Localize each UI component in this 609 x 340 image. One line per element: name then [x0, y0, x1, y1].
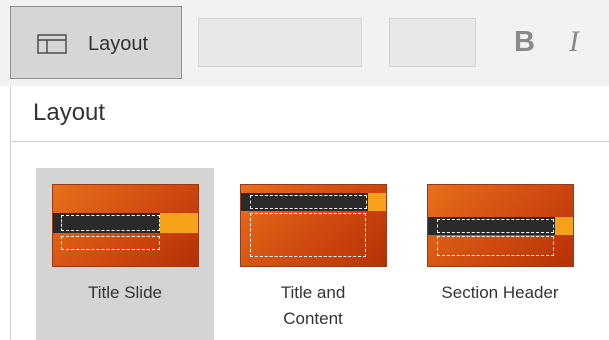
layout-thumbnail — [427, 184, 574, 267]
layout-thumbnail — [52, 184, 199, 267]
layout-gallery: Title Slide Title and Content Section He… — [10, 142, 609, 340]
layout-option-label-line2: Content — [283, 309, 343, 328]
pane-title: Layout — [33, 99, 106, 126]
layout-option-section-header[interactable]: Section Header — [411, 168, 589, 340]
layout-option-title-and-content[interactable]: Title and Content — [224, 168, 402, 340]
layout-option-label-line1: Title and — [280, 283, 346, 302]
bold-button[interactable]: B — [514, 24, 535, 60]
layout-option-label: Title Slide — [87, 283, 162, 302]
toolbar: Layout B I — [0, 0, 609, 86]
font-name-field[interactable] — [198, 18, 362, 67]
font-size-field[interactable] — [389, 18, 476, 67]
layout-icon — [37, 34, 67, 54]
layout-button-label: Layout — [88, 33, 149, 55]
italic-button[interactable]: I — [569, 24, 579, 60]
layout-option-title-slide[interactable]: Title Slide — [36, 168, 214, 340]
layout-option-label: Section Header — [441, 283, 559, 302]
layout-pane-header: Layout — [10, 86, 609, 142]
layout-option-label: Title and Content — [224, 280, 402, 332]
layout-button[interactable]: Layout — [10, 6, 182, 79]
layout-thumbnail — [240, 184, 387, 267]
app-screen: Layout B I Layout Title Slide Title and … — [0, 0, 609, 340]
